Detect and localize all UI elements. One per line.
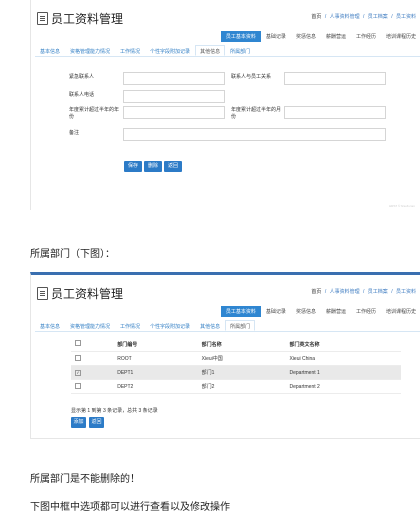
page-title: 员工资料管理 xyxy=(51,11,124,26)
breadcrumb-item[interactable]: 员工资料 xyxy=(396,14,416,20)
dept-code: DEPT2 xyxy=(113,379,198,394)
tab-rewards[interactable]: 奖惩信息 xyxy=(291,31,321,42)
column-header[interactable]: 部门名称 xyxy=(197,337,286,352)
breadcrumb-home[interactable]: 首页 xyxy=(311,289,321,295)
subtab-department[interactable]: 所属部门 xyxy=(225,320,256,331)
tab-basic-records[interactable]: 基础记录 xyxy=(261,306,291,317)
breadcrumb-sep: / xyxy=(391,289,393,295)
tab-basic-records[interactable]: 基础记录 xyxy=(261,31,291,42)
select-all-cell[interactable] xyxy=(71,337,114,352)
remark-label: 备注 xyxy=(69,130,80,136)
breadcrumb: 首页 / 人事资料管理 / 员工档案 / 员工资料 xyxy=(310,288,417,295)
relationship-input[interactable] xyxy=(284,72,386,85)
document-icon xyxy=(37,11,48,25)
row-checkbox[interactable]: ✓ xyxy=(75,369,81,376)
back-button[interactable]: 返回 xyxy=(89,417,104,428)
breadcrumb-sep: / xyxy=(363,289,365,295)
dept-name: Xieui中国 xyxy=(197,351,286,366)
save-button[interactable]: 保存 xyxy=(124,161,142,172)
subtab-custom[interactable]: 个性字段附加记录 xyxy=(145,320,195,331)
column-header[interactable]: 部门英文名称 xyxy=(285,337,401,352)
tab-employee-basic[interactable]: 员工基本资料 xyxy=(220,306,261,317)
breadcrumb: 首页 / 人事资料管理 / 员工档案 / 员工资料 xyxy=(310,13,417,20)
dept-code: ROOT xyxy=(113,351,198,366)
tab-work-history[interactable]: 工作经历 xyxy=(351,306,381,317)
breadcrumb-item[interactable]: 人事资料管理 xyxy=(330,289,360,295)
breadcrumb-sep: / xyxy=(363,14,365,20)
caption-view-edit: 下图中框中选项都可以进行查看以及修改操作 xyxy=(30,502,230,513)
column-header[interactable]: 部门编号 xyxy=(113,337,198,352)
breadcrumb-sep: / xyxy=(324,289,327,295)
row-checkbox[interactable] xyxy=(75,382,81,389)
caption-department: 所属部门（下图）： xyxy=(30,249,115,260)
sub-tabs: 基本信息 资格管理能力情况 工作情况 个性字段附加记录 其他信息 所属部门 xyxy=(35,45,420,57)
tab-training[interactable]: 培训课程历史 xyxy=(381,31,420,42)
subtab-custom[interactable]: 个性字段附加记录 xyxy=(145,45,195,56)
table-row[interactable]: ROOT Xieui中国 Xieui China xyxy=(71,351,401,366)
tab-work-history[interactable]: 工作经历 xyxy=(351,31,381,42)
watermark: HRS7 © hrsoft.com xyxy=(389,204,415,208)
breadcrumb-home[interactable]: 首页 xyxy=(311,14,321,20)
dept-english-name: Xieui China xyxy=(285,351,401,366)
dept-name: 部门1 xyxy=(197,365,286,380)
breadcrumb-item[interactable]: 人事资料管理 xyxy=(330,14,360,20)
contact-phone-label: 联系人电话 xyxy=(69,92,95,98)
breadcrumb-item[interactable]: 员工资料 xyxy=(396,289,416,295)
caption-cannot-delete: 所属部门是不能删除的！ xyxy=(30,474,140,485)
tab-salary[interactable]: 薪酬营运 xyxy=(321,31,351,42)
relationship-label: 联系人与员工关系 xyxy=(231,74,272,80)
subtab-qualification[interactable]: 资格管理能力情况 xyxy=(65,45,115,56)
subtab-other[interactable]: 其他信息 xyxy=(195,45,226,56)
page-title: 员工资料管理 xyxy=(51,286,124,301)
breadcrumb-sep: / xyxy=(324,14,327,20)
table-row[interactable]: DEPT2 部门2 Department 2 xyxy=(71,379,401,394)
pagination-info: 显示第 1 到第 3 条记录，总共 3 条记录 xyxy=(71,408,158,414)
sub-tabs: 基本信息 资格管理能力情况 工作情况 个性字段附加记录 其他信息 所属部门 xyxy=(35,320,420,332)
table-header-row: 部门编号 部门名称 部门英文名称 xyxy=(71,337,401,352)
table-row[interactable]: ✓ DEPT1 部门1 Department 1 xyxy=(71,365,401,380)
cumulative-month-label: 年度累计超过半年的月份 xyxy=(231,107,282,120)
screenshot-department: 员工资料管理 首页 / 人事资料管理 / 员工档案 / 员工资料 员工基本资料 … xyxy=(30,272,420,439)
subtab-other[interactable]: 其他信息 xyxy=(195,320,225,331)
subtab-qualification[interactable]: 资格管理能力情况 xyxy=(65,320,115,331)
tab-salary[interactable]: 薪酬营运 xyxy=(321,306,351,317)
breadcrumb-item[interactable]: 员工档案 xyxy=(368,289,388,295)
emergency-contact-input[interactable] xyxy=(123,72,225,85)
cumulative-month-input[interactable] xyxy=(284,106,386,119)
emergency-contact-label: 紧急联系人 xyxy=(69,74,95,80)
dept-english-name: Department 1 xyxy=(285,365,401,380)
dept-code: DEPT1 xyxy=(113,365,198,380)
dept-english-name: Department 2 xyxy=(285,379,401,394)
select-all-checkbox[interactable] xyxy=(75,340,81,346)
top-tabs: 员工基本资料 基础记录 奖惩信息 薪酬营运 工作经历 培训课程历史 xyxy=(220,31,420,42)
delete-button[interactable]: 删除 xyxy=(144,161,162,172)
top-tabs: 员工基本资料 基础记录 奖惩信息 薪酬营运 工作经历 培训课程历史 xyxy=(220,306,420,317)
department-table: 部门编号 部门名称 部门英文名称 ROOT Xieui中国 Xieui Chin… xyxy=(71,337,401,394)
dept-name: 部门2 xyxy=(197,379,286,394)
back-button[interactable]: 返回 xyxy=(164,161,182,172)
remark-input[interactable] xyxy=(123,128,386,141)
breadcrumb-sep: / xyxy=(391,14,393,20)
subtab-work[interactable]: 工作情况 xyxy=(115,45,145,56)
cumulative-year-label: 年度累计超过半年的年份 xyxy=(69,107,120,120)
row-checkbox[interactable] xyxy=(75,354,81,361)
tab-training[interactable]: 培训课程历史 xyxy=(381,306,420,317)
subtab-basic[interactable]: 基本信息 xyxy=(35,320,65,331)
document-icon xyxy=(37,286,48,300)
tab-rewards[interactable]: 奖惩信息 xyxy=(291,306,321,317)
subtab-department[interactable]: 所属部门 xyxy=(225,45,255,56)
subtab-basic[interactable]: 基本信息 xyxy=(35,45,65,56)
breadcrumb-item[interactable]: 员工档案 xyxy=(368,14,388,20)
contact-phone-input[interactable] xyxy=(123,90,225,103)
cumulative-year-input[interactable] xyxy=(123,106,225,119)
tab-employee-basic[interactable]: 员工基本资料 xyxy=(220,31,261,42)
screenshot-employee-other-info: 员工资料管理 首页 / 人事资料管理 / 员工档案 / 员工资料 员工基本资料 … xyxy=(30,0,420,210)
subtab-work[interactable]: 工作情况 xyxy=(115,320,145,331)
add-button[interactable]: 添加 xyxy=(71,417,86,428)
